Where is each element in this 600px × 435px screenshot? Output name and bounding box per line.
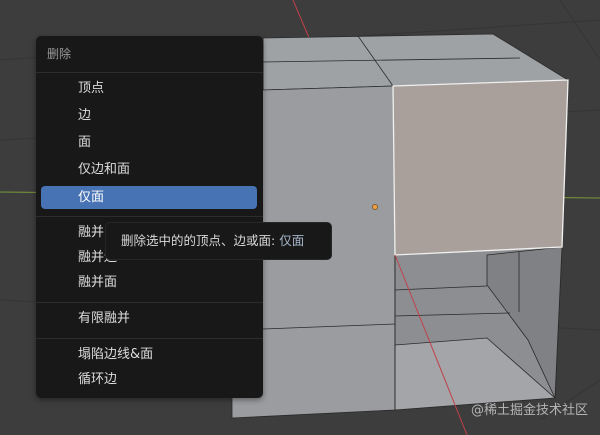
menu-item-vertices[interactable]: 顶点: [41, 77, 257, 100]
menu-item-collapse-edges-faces[interactable]: 塌陷边线&面: [41, 343, 257, 366]
menu-divider: [36, 216, 263, 217]
menu-divider: [36, 302, 263, 303]
menu-item-dissolve-faces[interactable]: 融并面: [41, 271, 257, 294]
menu-item-edge-loops[interactable]: 循环边: [41, 368, 257, 391]
delete-menu: 删除 顶点 边 面 仅边和面 仅面 融并 融并边 融并面 有限融并 塌陷边线&面…: [36, 36, 263, 398]
menu-divider: [36, 72, 263, 73]
menu-divider: [36, 338, 263, 339]
origin-point-icon: [372, 204, 378, 210]
tooltip-text: 删除选中的的顶点、边或面:: [121, 233, 276, 248]
menu-item-edges[interactable]: 边: [41, 104, 257, 127]
menu-item-only-faces[interactable]: 仅面: [41, 186, 257, 209]
menu-item-limited-dissolve[interactable]: 有限融并: [41, 307, 257, 330]
x-axis-line-back: [292, 0, 311, 41]
menu-item-only-edges-faces[interactable]: 仅边和面: [41, 158, 257, 181]
tooltip-value: 仅面: [279, 233, 305, 248]
tooltip: 删除选中的的顶点、边或面: 仅面: [105, 222, 332, 260]
menu-title: 删除: [47, 47, 72, 61]
watermark: @稀土掘金技术社区: [470, 403, 588, 418]
selected-face[interactable]: [392, 79, 569, 256]
menu-item-faces[interactable]: 面: [41, 131, 257, 154]
